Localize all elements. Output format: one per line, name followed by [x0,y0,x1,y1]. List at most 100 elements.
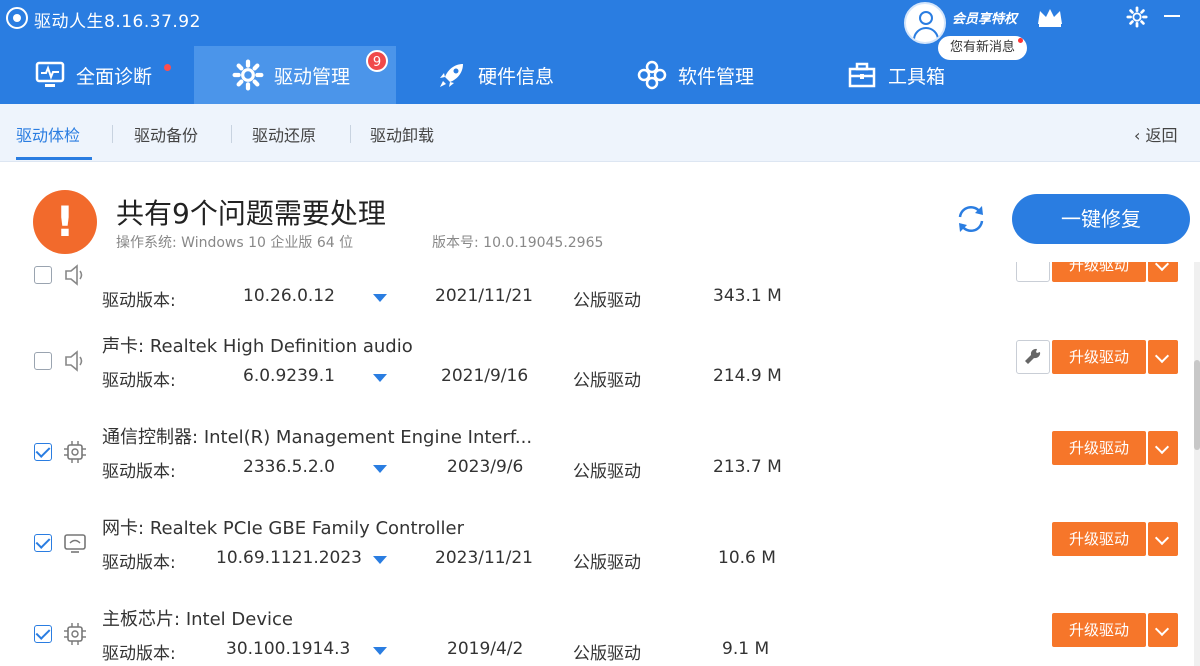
active-tab-underline [16,157,92,160]
driver-date: 2023/9/6 [447,457,524,477]
upgrade-options-button[interactable] [1148,262,1178,282]
upgrade-options-button[interactable] [1148,613,1178,647]
upgrade-driver-button[interactable]: 升级驱动 [1052,431,1146,465]
back-button[interactable]: ‹ 返回 [1134,122,1178,146]
device-category: 通信控制器: [102,427,199,448]
driver-size: 214.9 M [713,366,782,386]
nav-label: 驱动管理 [274,65,351,88]
chip-icon [64,441,86,463]
subtab-driver-backup[interactable]: 驱动备份 [134,122,198,146]
version-label: 驱动版本: [102,644,176,664]
avatar[interactable] [904,2,946,44]
scrollbar-track[interactable] [1194,262,1200,666]
driver-row: 网卡: Realtek PCIe GBE Family Controller 驱… [0,514,1200,605]
version-dropdown-icon[interactable] [373,374,387,382]
minimize-button[interactable] [1164,15,1180,17]
driver-version: 2336.5.2.0 [243,457,335,477]
os-info: 操作系统: Windows 10 企业版 64 位 [116,235,354,251]
upgrade-driver-button[interactable]: 升级驱动 [1052,522,1146,556]
back-label: 返回 [1145,126,1178,145]
device-model: Intel Device [185,609,293,630]
subtab-driver-restore[interactable]: 驱动还原 [252,122,316,146]
version-dropdown-icon[interactable] [373,647,387,655]
app-title: 驱动人生8.16.37.92 [34,12,201,32]
driver-type: 公版驱动 [573,371,641,391]
top-bar: 驱动人生8.16.37.92 会员享特权 您有新消息 全面诊断 驱动管理 9 硬… [0,0,1200,104]
nav-driver-management[interactable]: 驱动管理 9 [194,46,396,104]
nav-label: 全面诊断 [76,65,153,88]
nav-label: 工具箱 [888,65,946,88]
app-logo-icon [6,7,28,29]
scrollbar-thumb[interactable] [1194,360,1200,450]
driver-date: 2019/4/2 [447,639,524,659]
upgrade-options-button[interactable] [1148,431,1178,465]
driver-version: 6.0.9239.1 [243,366,335,386]
driver-version: 10.69.1121.2023 [216,548,363,568]
row-checkbox[interactable] [34,266,52,284]
driver-row: 声卡: Realtek High Definition audio 驱动版本: … [0,332,1200,423]
subtab-driver-uninstall[interactable]: 驱动卸载 [370,122,434,146]
summary-panel: ! 共有9个问题需要处理 操作系统: Windows 10 企业版 64 位 版… [0,162,1200,262]
chip-icon [64,623,86,645]
vip-label[interactable]: 会员享特权 [952,8,1017,27]
driver-version: 30.100.1914.3 [226,639,351,659]
settings-gear-icon[interactable] [1126,6,1148,28]
upgrade-driver-button[interactable]: 升级驱动 [1052,613,1146,647]
driver-type: 公版驱动 [573,462,641,482]
wrench-button[interactable] [1016,262,1050,282]
flower-icon [636,59,668,91]
tab-divider [231,125,232,143]
upgrade-options-button[interactable] [1148,522,1178,556]
device-model: Intel(R) Management Engine Interf... [203,427,533,448]
driver-date: 2021/9/16 [441,366,529,386]
nav-label: 软件管理 [678,65,755,88]
driver-date: 2023/11/21 [435,548,533,568]
rocket-icon [436,59,468,91]
title-bar: 驱动人生8.16.37.92 会员享特权 您有新消息 [0,0,1200,60]
subtab-driver-check[interactable]: 驱动体检 [16,122,80,146]
driver-date: 2021/11/21 [435,286,533,306]
driver-row: 主板芯片: Intel Device 驱动版本: 30.100.1914.3 2… [0,605,1200,666]
message-dot [1018,38,1024,43]
device-name: 通信控制器: Intel(R) Management Engine Interf… [102,423,532,449]
driver-size: 10.6 M [718,548,776,568]
driver-size: 9.1 M [722,639,770,659]
version-dropdown-icon[interactable] [373,465,387,473]
row-checkbox[interactable] [34,625,52,643]
version-label: 驱动版本: [102,371,176,391]
version-dropdown-icon[interactable] [373,294,387,302]
wrench-button[interactable] [1016,340,1050,374]
nav-label: 硬件信息 [478,65,555,88]
nav-full-diagnosis[interactable]: 全面诊断 [34,46,194,104]
device-name: 声卡: Realtek High Definition audio [102,332,413,358]
one-click-fix-button[interactable]: 一键修复 [1012,194,1190,244]
refresh-icon[interactable] [952,200,990,238]
nav-toolbox[interactable]: 工具箱 [846,46,986,104]
driver-version: 10.26.0.12 [243,286,335,306]
version-label: 驱动版本: [102,553,176,573]
upgrade-driver-button[interactable]: 升级驱动 [1052,262,1146,282]
nav-software-management[interactable]: 软件管理 [636,46,796,104]
wrench-icon [1025,348,1041,364]
driver-size: 213.7 M [713,457,782,477]
device-name: 主板芯片: Intel Device [102,605,293,631]
device-name: 网卡: Realtek PCIe GBE Family Controller [102,514,464,540]
nav-dot [164,64,171,71]
device-category: 主板芯片: [102,609,181,630]
row-checkbox[interactable] [34,443,52,461]
crown-icon[interactable] [1036,6,1064,28]
driver-size: 343.1 M [713,286,782,306]
driver-row: 通信控制器: Intel(R) Management Engine Interf… [0,423,1200,514]
version-label: 驱动版本: [102,291,176,311]
sub-tabs: 驱动体检 驱动备份 驱动还原 驱动卸载 ‹ 返回 [0,104,1200,162]
toolbox-icon [846,59,878,91]
monitor-icon [34,59,66,91]
row-checkbox[interactable] [34,352,52,370]
upgrade-driver-button[interactable]: 升级驱动 [1052,340,1146,374]
tab-divider [112,125,113,143]
row-checkbox[interactable] [34,534,52,552]
device-category: 声卡: [102,336,145,357]
version-dropdown-icon[interactable] [373,556,387,564]
nav-hardware-info[interactable]: 硬件信息 [436,46,596,104]
upgrade-options-button[interactable] [1148,340,1178,374]
